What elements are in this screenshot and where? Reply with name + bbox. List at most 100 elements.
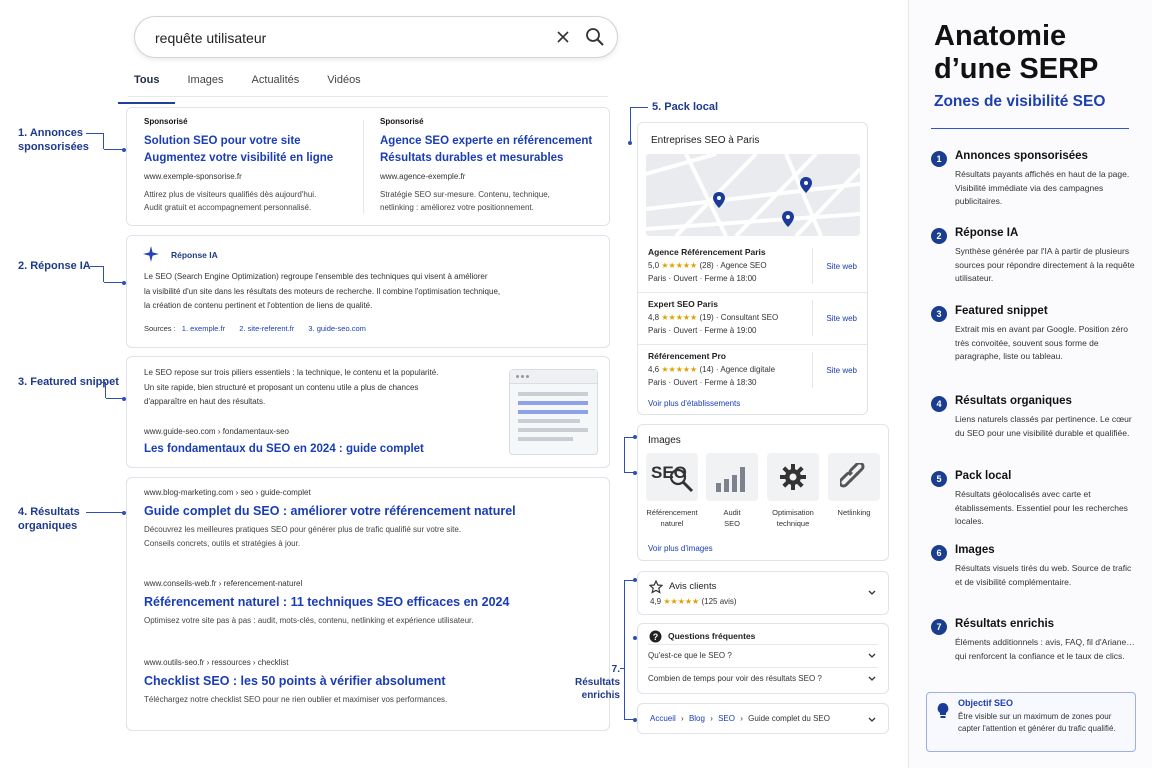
result-desc: Optimisez votre site pas à pas : audit, … — [144, 616, 474, 625]
organic-result[interactable]: www.conseils-web.fr › referencement-natu… — [144, 579, 604, 628]
image-thumb[interactable]: SEO — [646, 453, 698, 501]
ai-answer-title: Réponse IA — [171, 250, 218, 260]
search-input[interactable]: requête utilisateur — [155, 30, 266, 46]
business-hours: Paris · Ouvert · Ferme à 19:00 — [648, 326, 757, 335]
connector-line — [104, 282, 124, 283]
source-link[interactable]: 2. site-referent.fr — [239, 324, 294, 333]
tab-images[interactable]: Images — [187, 72, 223, 96]
legend-panel: Anatomie d’une SERP Zones de visibilité S… — [908, 0, 1152, 768]
label-organic-results: 4. Résultats organiques — [18, 506, 80, 532]
legend-item: 7 Résultats enrichis Éléments additionnels… — [931, 617, 1141, 661]
chevron-down-icon[interactable] — [868, 590, 876, 596]
breadcrumb-link[interactable]: Blog — [689, 714, 705, 723]
magnifier-icon — [669, 468, 694, 493]
breadcrumb-trail: Accueil › Blog › SEO › Guide complet du … — [650, 714, 830, 723]
snippet-url: www.guide-seo.com › fondamentaux-seo — [144, 427, 289, 436]
image-thumb[interactable] — [767, 453, 819, 501]
source-link[interactable]: 3. guide-seo.com — [308, 324, 366, 333]
result-url: www.conseils-web.fr › referencement-natu… — [144, 579, 303, 588]
highlight-line — [518, 401, 588, 405]
separator: › — [681, 714, 684, 723]
chevron-down-icon[interactable] — [868, 653, 876, 659]
tab-videos[interactable]: Vidéos — [327, 72, 360, 96]
faq-title: Questions fréquentes — [668, 631, 756, 641]
business-rating: 4,8 ★★★★★ (19) · Consultant SEO — [648, 313, 779, 322]
images-bracket — [624, 437, 634, 473]
image-thumb[interactable] — [706, 453, 758, 501]
website-link[interactable]: Site web — [826, 314, 857, 323]
business-hours: Paris · Ouvert · Ferme à 18:00 — [648, 274, 757, 283]
chevron-down-icon[interactable] — [868, 717, 876, 723]
serp-mockup: requête utilisateur Tous Images Actualit… — [0, 0, 908, 768]
ad-2[interactable]: Sponsorisé Agence SEO experte en référen… — [380, 117, 605, 214]
connector-line — [630, 107, 631, 143]
faq-item[interactable]: Qu'est-ce que le SEO ? — [648, 644, 878, 660]
map[interactable] — [646, 154, 860, 236]
result-desc: Découvrez les meilleures pratiques SEO p… — [144, 525, 462, 534]
breadcrumb-current: Guide complet du SEO — [748, 714, 830, 723]
number-badge: 7 — [931, 619, 947, 635]
ad-1[interactable]: Sponsorisé Solution SEO pour votre site … — [144, 117, 354, 214]
number-badge: 5 — [931, 471, 947, 487]
local-pack-card: Entreprises SEO à Paris Agence Référence… — [637, 122, 868, 415]
website-link[interactable]: Site web — [826, 262, 857, 271]
image-thumb[interactable] — [828, 453, 880, 501]
star-outline-icon — [649, 580, 663, 594]
tab-all[interactable]: Tous — [118, 72, 176, 104]
legend-item: 1 Annonces sponsorisées Résultats payants … — [931, 149, 1141, 206]
result-title-link[interactable]: Référencement naturel : 11 techniques SE… — [144, 594, 604, 611]
ad-title[interactable]: Solution SEO pour votre site — [144, 133, 354, 150]
snippet-thumbnail — [509, 369, 598, 455]
ad-title-line2[interactable]: Augmentez votre visibilité en ligne — [144, 150, 354, 167]
faq-item[interactable]: Combien de temps pour voir des résultats… — [648, 667, 878, 683]
organic-result[interactable]: www.blog-marketing.com › seo › guide-com… — [144, 488, 604, 551]
tab-news[interactable]: Actualités — [252, 72, 300, 96]
ads-divider — [363, 120, 364, 214]
breadcrumb-link[interactable]: SEO — [718, 714, 735, 723]
separator: › — [740, 714, 743, 723]
result-title-link[interactable]: Guide complet du SEO : améliorer votre r… — [144, 503, 604, 520]
business-name[interactable]: Expert SEO Paris — [648, 299, 718, 309]
source-link[interactable]: 1. exemple.fr — [182, 324, 225, 333]
website-link[interactable]: Site web — [826, 366, 857, 375]
connector-line — [620, 668, 624, 669]
snippet-text: Le SEO repose sur trois piliers essentie… — [144, 368, 439, 406]
panel-subtitle: Zones de visibilité SEO — [934, 93, 1106, 110]
snippet-title-link[interactable]: Les fondamentaux du SEO en 2024 : guide … — [144, 441, 424, 458]
chevron-down-icon[interactable] — [868, 676, 876, 682]
ad-title[interactable]: Agence SEO experte en référencement — [380, 133, 605, 150]
sources-label: Sources : — [144, 324, 176, 333]
search-bar[interactable]: requête utilisateur — [134, 16, 618, 58]
more-images-link[interactable]: Voir plus d'images — [648, 544, 713, 553]
featured-snippet-card: Le SEO repose sur trois piliers essentie… — [126, 356, 610, 468]
sponsored-badge: Sponsorisé — [144, 117, 188, 126]
legend-item: 6 Images Résultats visuels tirés du web. S… — [931, 543, 1141, 587]
reviews-card[interactable]: Avis clients 4,9 ★★★★★ (125 avis) — [637, 571, 889, 615]
result-url: www.outils-seo.fr › ressources › checkli… — [144, 658, 289, 667]
faq-card: ? Questions fréquentes Qu'est-ce que le … — [637, 623, 889, 694]
images-title: Images — [648, 435, 681, 446]
divider — [812, 352, 813, 388]
result-title-link[interactable]: Checklist SEO : les 50 points à vérifier… — [144, 673, 604, 690]
connector-dot — [122, 281, 126, 285]
link-icon — [840, 463, 865, 488]
svg-text:?: ? — [653, 632, 659, 642]
search-tabs: Tous Images Actualités Vidéos — [118, 72, 389, 104]
placeholder-line — [518, 437, 573, 441]
organic-result[interactable]: www.outils-seo.fr › ressources › checkli… — [144, 658, 604, 707]
sparkle-icon — [143, 246, 159, 262]
number-badge: 4 — [931, 396, 947, 412]
legend-item: 3 Featured snippet Extrait mis en avant pa… — [931, 304, 1141, 361]
goal-desc: Être visible sur un maximum de zones pou… — [958, 712, 1116, 733]
number-badge: 6 — [931, 545, 947, 561]
breadcrumb-link[interactable]: Accueil — [650, 714, 676, 723]
placeholder-line — [518, 419, 580, 423]
panel-title: Anatomie d’une SERP — [934, 20, 1099, 85]
business-name[interactable]: Référencement Pro — [648, 351, 726, 361]
clear-icon[interactable] — [556, 30, 570, 44]
ad-title-line2[interactable]: Résultats durables et mesurables — [380, 150, 605, 167]
search-icon[interactable] — [585, 27, 605, 47]
more-places-link[interactable]: Voir plus d'établissements — [648, 399, 740, 408]
goal-box: Objectif SEO Être visible sur un maximum… — [926, 692, 1136, 752]
business-name[interactable]: Agence Référencement Paris — [648, 247, 766, 257]
